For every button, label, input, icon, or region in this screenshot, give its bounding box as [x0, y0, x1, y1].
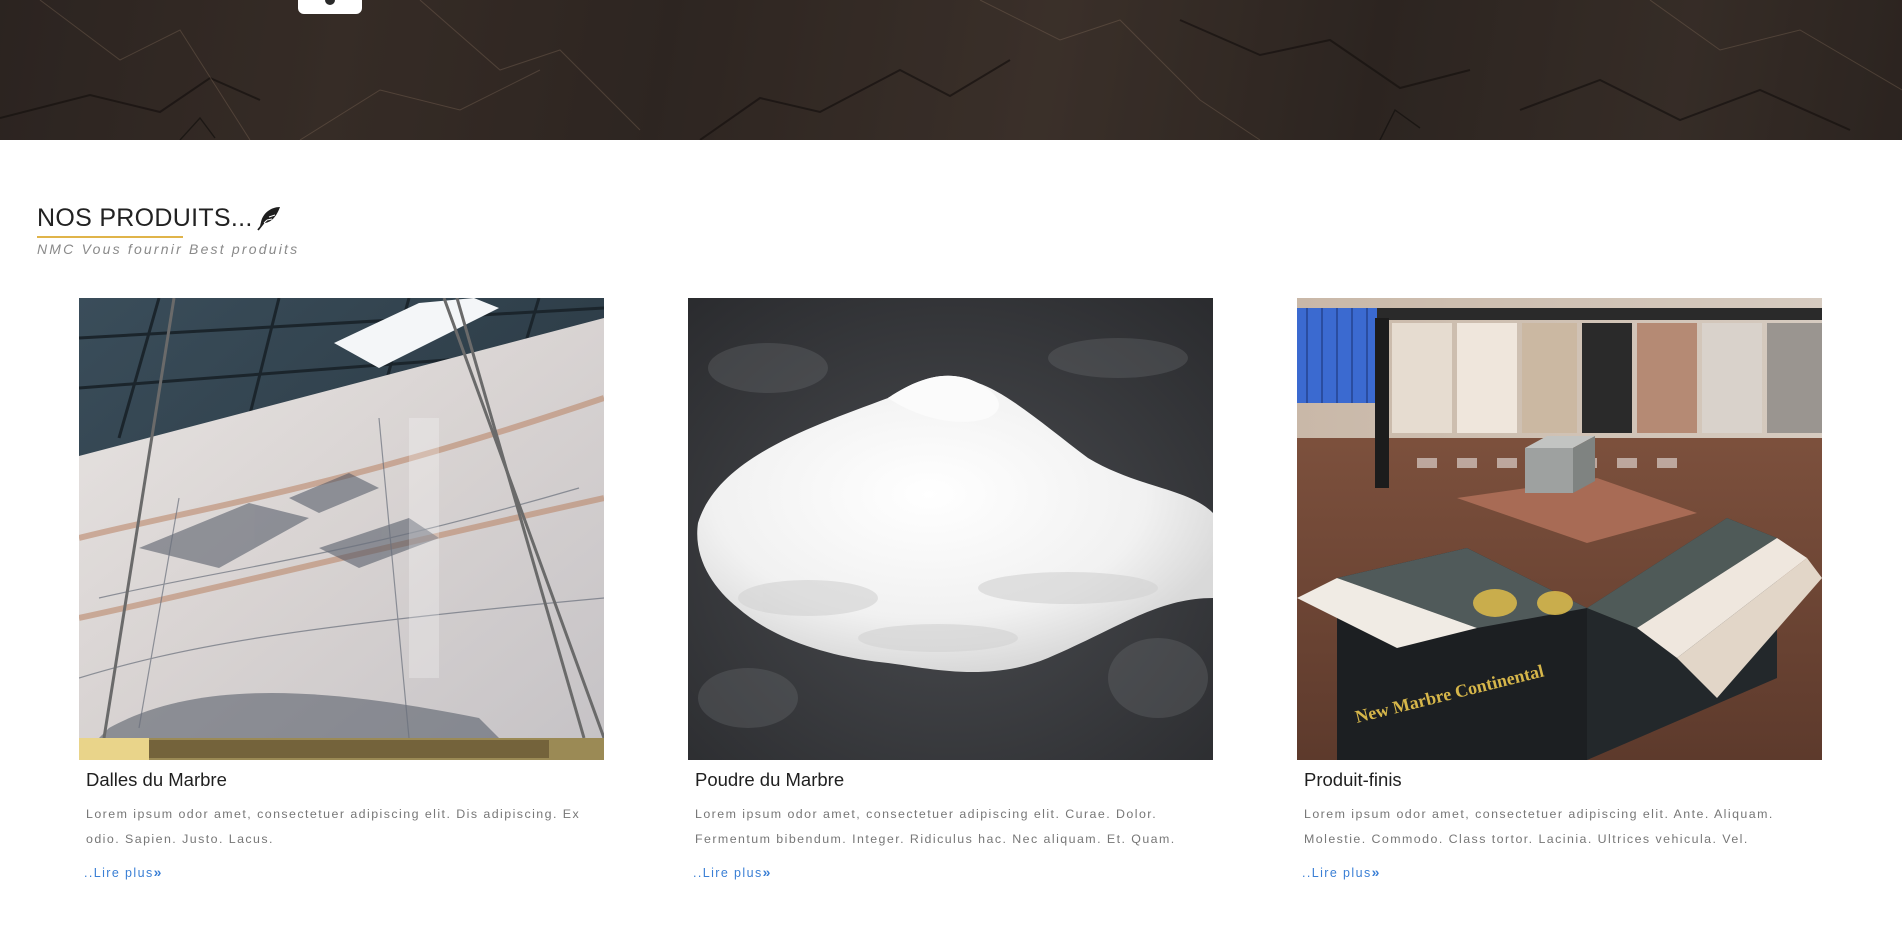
- product-title: Poudre du Marbre: [695, 769, 845, 790]
- section-title-text: NOS PRODUITS...: [37, 204, 253, 232]
- product-card-dalles: Dalles du Marbre Lorem ipsum odor amet, …: [79, 298, 604, 882]
- feather-icon: [256, 207, 280, 231]
- section-title: NOS PRODUITS...: [37, 202, 283, 234]
- read-more-label: ..Lire plus: [84, 866, 154, 880]
- product-card-finis: New Marbre Continental Produit-finis Lor…: [1297, 298, 1822, 882]
- user-account-button[interactable]: [298, 0, 362, 14]
- double-chevron-right-icon: »: [762, 864, 771, 880]
- product-description: Lorem ipsum odor amet, consectetuer adip…: [1304, 807, 1774, 846]
- product-title: Produit-finis: [1304, 769, 1402, 790]
- section-subtitle: NMC Vous fournir Best produits: [37, 241, 300, 257]
- products-section-header: NOS PRODUITS... NMC Vous fournir Best pr…: [37, 202, 299, 257]
- double-chevron-right-icon: »: [1371, 864, 1380, 880]
- read-more-label: ..Lire plus: [1302, 866, 1372, 880]
- title-underline: [37, 236, 183, 238]
- product-description: Lorem ipsum odor amet, consectetuer adip…: [695, 807, 1176, 846]
- read-more-link[interactable]: ..Lire plus»: [84, 864, 161, 880]
- read-more-label: ..Lire plus: [693, 866, 763, 880]
- product-title: Dalles du Marbre: [86, 769, 227, 790]
- read-more-link[interactable]: ..Lire plus»: [1302, 864, 1379, 880]
- hero-banner: [0, 0, 1902, 140]
- double-chevron-right-icon: »: [153, 864, 162, 880]
- marble-powder-image[interactable]: [688, 298, 1213, 760]
- marble-slab-image[interactable]: [79, 298, 604, 760]
- product-card-poudre: Poudre du Marbre Lorem ipsum odor amet, …: [688, 298, 1213, 882]
- hero-overlay: [0, 0, 1902, 140]
- product-description: Lorem ipsum odor amet, consectetuer adip…: [86, 807, 581, 846]
- user-icon: [325, 0, 335, 5]
- read-more-link[interactable]: ..Lire plus»: [693, 864, 770, 880]
- showroom-image[interactable]: New Marbre Continental: [1297, 298, 1822, 760]
